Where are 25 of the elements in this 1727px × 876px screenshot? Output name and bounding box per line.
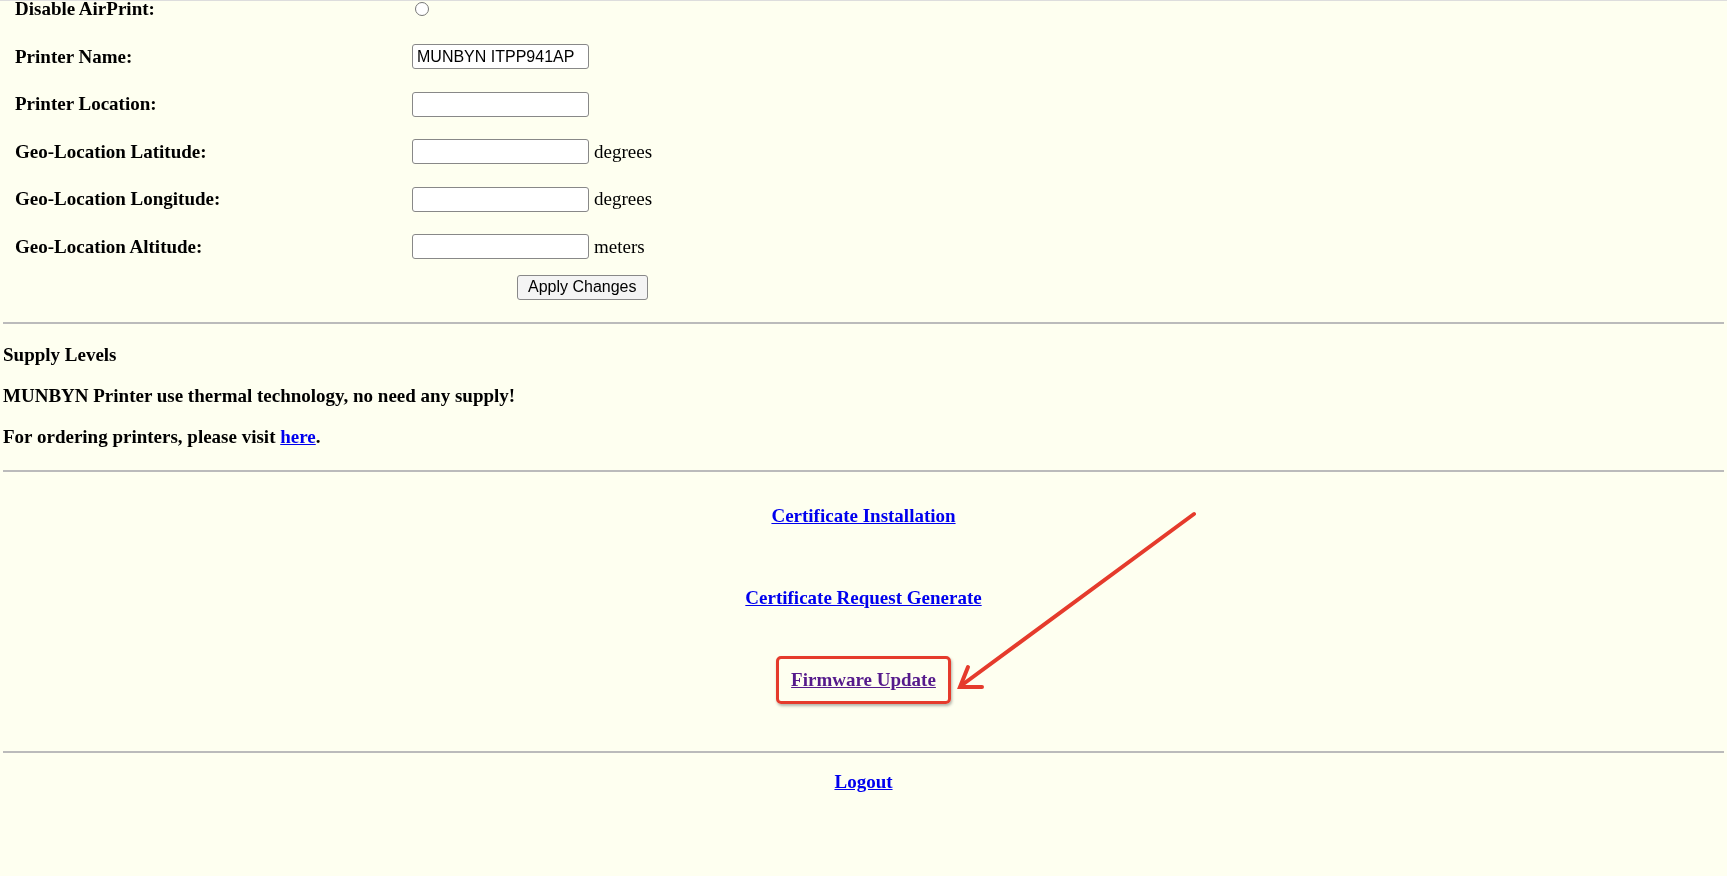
field-label: Printer Location: xyxy=(15,93,158,116)
apply-changes-button[interactable]: Apply Changes xyxy=(517,274,648,300)
section-heading: Supply Levels xyxy=(3,343,118,366)
page-link[interactable]: Firmware Update xyxy=(791,668,936,690)
text-field[interactable] xyxy=(412,186,589,212)
field-label: Geo-Location Longitude: xyxy=(15,188,222,211)
page-link[interactable]: Certificate Request Generate xyxy=(745,586,982,609)
supply-note: MUNBYN Printer use thermal technology, no need any supply! xyxy=(3,384,517,407)
field-label: Geo-Location Latitude: xyxy=(15,140,208,163)
text-field[interactable]: MUNBYN ITPP941AP xyxy=(412,44,589,70)
page-link[interactable]: Certificate Installation xyxy=(771,504,956,527)
text-field[interactable] xyxy=(412,91,589,117)
text-field[interactable] xyxy=(412,234,589,260)
unit-label: degrees xyxy=(594,188,653,211)
here-link[interactable]: here xyxy=(280,425,316,448)
text-field[interactable] xyxy=(412,139,589,165)
field-label: Geo-Location Altitude: xyxy=(15,235,204,258)
period-text: . xyxy=(315,425,321,448)
order-text: For ordering printers, please visit xyxy=(3,425,276,448)
field-label: Printer Name: xyxy=(15,45,134,68)
radio-button[interactable] xyxy=(415,2,429,16)
field-label: Disable AirPrint: xyxy=(15,1,156,20)
unit-label: meters xyxy=(594,235,645,258)
logout-link[interactable]: Logout xyxy=(834,770,893,792)
unit-label: degrees xyxy=(594,140,653,163)
